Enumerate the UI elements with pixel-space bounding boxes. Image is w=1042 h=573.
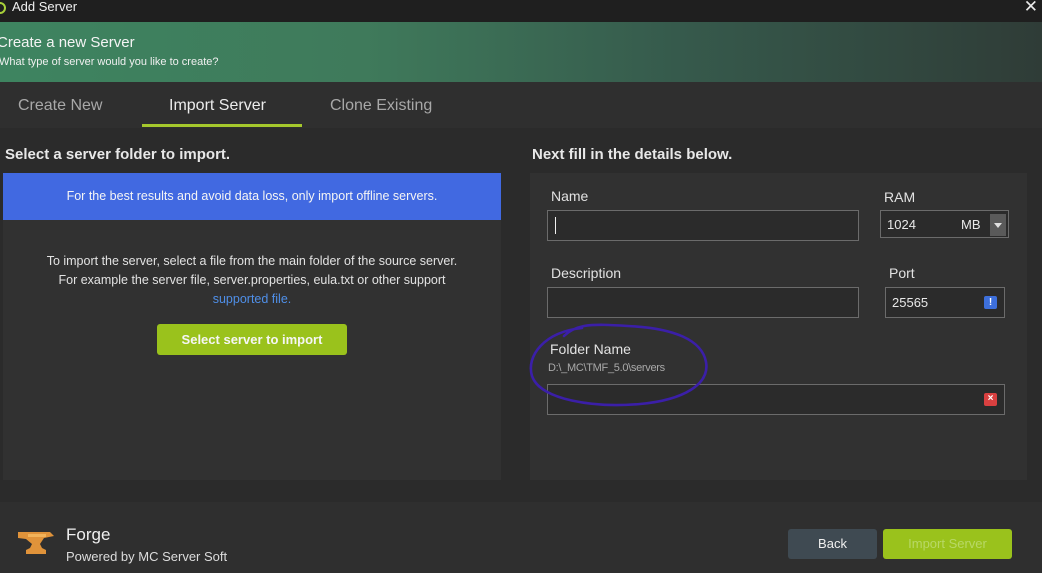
server-type-name: Forge [66, 525, 111, 544]
powered-by-text: Powered by MC Server Soft [66, 549, 228, 564]
left-section-title: Select a server folder to import. [5, 146, 231, 163]
port-value: 25565 [892, 295, 929, 310]
description-field[interactable] [547, 287, 859, 318]
ram-select[interactable]: 1024 MB [880, 210, 1009, 238]
header-title: Create a new Server [0, 34, 135, 51]
import-panel: For the best results and avoid data loss… [3, 173, 501, 480]
instructions-text: To import the server, select a file from… [46, 254, 458, 287]
import-instructions: To import the server, select a file from… [37, 252, 467, 309]
back-button[interactable]: Back [788, 529, 877, 559]
text-caret [555, 217, 556, 234]
name-label: Name [551, 188, 589, 204]
active-tab-indicator [142, 124, 302, 127]
ram-unit: MB [961, 217, 981, 232]
right-section-title: Next fill in the details below. [532, 146, 733, 163]
ram-label: RAM [884, 189, 916, 205]
window-title: Add Server [12, 0, 78, 14]
warning-icon: ! [984, 296, 997, 309]
close-icon[interactable]: ✕ [1024, 0, 1038, 16]
annotation-circle [529, 323, 708, 407]
port-field[interactable]: 25565 ! [885, 287, 1005, 318]
tab-create-new[interactable]: Create New [18, 97, 102, 115]
tab-bar: Create New Import Server Clone Existing [0, 82, 1042, 128]
ram-value: 1024 [887, 217, 916, 232]
select-server-button[interactable]: Select server to import [157, 324, 347, 355]
name-field[interactable] [547, 210, 859, 241]
title-bar: Add Server ✕ [0, 0, 1042, 22]
anvil-icon [18, 532, 54, 554]
dialog-header: Create a new Server What type of server … [0, 22, 1042, 82]
chevron-down-icon[interactable] [990, 214, 1006, 236]
header-subtitle: What type of server would you like to cr… [0, 56, 219, 68]
info-banner: For the best results and avoid data loss… [3, 173, 501, 220]
tab-clone-existing[interactable]: Clone Existing [330, 97, 432, 115]
import-server-button[interactable]: Import Server [883, 529, 1012, 559]
port-label: Port [889, 265, 915, 281]
error-icon[interactable]: × [984, 393, 997, 406]
footer-bar: Forge Powered by MC Server Soft Back Imp… [0, 502, 1042, 573]
app-icon [0, 2, 6, 14]
supported-file-link[interactable]: supported file. [213, 292, 292, 306]
description-label: Description [551, 265, 622, 281]
tab-import-server[interactable]: Import Server [169, 97, 266, 115]
